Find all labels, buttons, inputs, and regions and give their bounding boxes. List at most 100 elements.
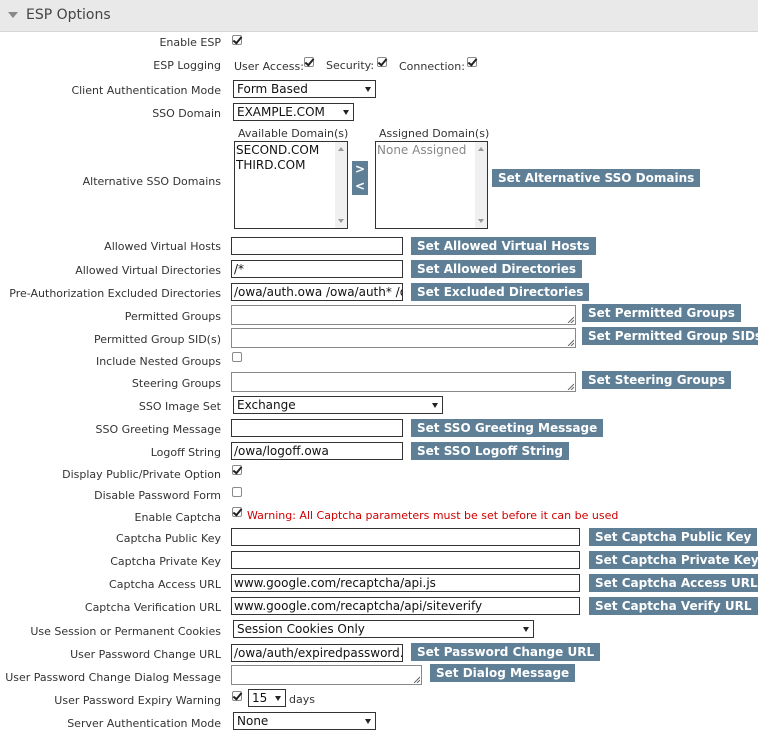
collapse-triangle-icon[interactable] xyxy=(8,12,18,18)
set-captcha-public-key-button[interactable]: Set Captcha Public Key xyxy=(589,528,758,546)
password-change-dialog-label: User Password Change Dialog Message xyxy=(5,671,221,684)
include-nested-groups-checkbox[interactable] xyxy=(232,352,242,362)
sso-image-set-select[interactable]: Exchange xyxy=(233,396,443,414)
sso-domain-select[interactable]: EXAMPLE.COM xyxy=(233,103,354,121)
include-nested-groups-label: Include Nested Groups xyxy=(95,355,221,368)
captcha-public-key-input[interactable] xyxy=(231,528,580,546)
allowed-virtual-dirs-label: Allowed Virtual Directories xyxy=(75,264,221,277)
list-scrollbar[interactable] xyxy=(335,142,347,228)
assigned-domains-list[interactable]: None Assigned xyxy=(375,141,488,229)
disable-password-form-checkbox[interactable] xyxy=(232,487,242,497)
set-allowed-virtual-hosts-button[interactable]: Set Allowed Virtual Hosts xyxy=(411,237,596,255)
set-excluded-directories-button[interactable]: Set Excluded Directories xyxy=(411,283,590,301)
server-auth-mode-select[interactable]: None xyxy=(233,712,376,730)
dropdown-arrow-icon xyxy=(365,87,371,92)
set-sso-greeting-button[interactable]: Set SSO Greeting Message xyxy=(411,419,604,437)
permitted-groups-textarea[interactable] xyxy=(231,305,576,325)
list-item[interactable]: THIRD.COM xyxy=(236,158,347,173)
resize-grip-icon[interactable] xyxy=(413,676,420,683)
scroll-down-icon[interactable] xyxy=(478,219,484,223)
set-captcha-private-key-button[interactable]: Set Captcha Private Key xyxy=(589,551,758,569)
assigned-domains-header: Assigned Domain(s) xyxy=(379,127,490,140)
password-change-dialog-textarea[interactable] xyxy=(231,665,422,685)
set-permitted-group-sids-button[interactable]: Set Permitted Group SIDs xyxy=(582,327,758,345)
enable-esp-checkbox[interactable] xyxy=(232,35,242,45)
password-expiry-warning-checkbox[interactable] xyxy=(232,691,242,701)
scroll-up-icon[interactable] xyxy=(478,147,484,151)
resize-grip-icon[interactable] xyxy=(567,383,574,390)
server-auth-mode-value: None xyxy=(237,714,269,728)
set-dialog-message-button[interactable]: Set Dialog Message xyxy=(430,664,576,682)
allowed-virtual-hosts-label: Allowed Virtual Hosts xyxy=(104,240,221,253)
captcha-access-url-label: Captcha Access URL xyxy=(109,578,221,591)
security-checkbox[interactable] xyxy=(377,57,387,67)
user-access-checkbox[interactable] xyxy=(304,57,314,67)
set-steering-groups-button[interactable]: Set Steering Groups xyxy=(582,371,731,389)
display-public-private-label: Display Public/Private Option xyxy=(62,468,221,481)
scroll-up-icon[interactable] xyxy=(338,147,344,151)
captcha-access-url-input[interactable]: www.google.com/recaptcha/api.js xyxy=(231,574,580,592)
captcha-warning: Warning: All Captcha parameters must be … xyxy=(247,509,619,522)
sso-image-set-label: SSO Image Set xyxy=(138,400,221,413)
section-header[interactable]: ESP Options xyxy=(0,0,758,32)
security-label: Security: xyxy=(326,59,375,72)
available-domains-header: Available Domain(s) xyxy=(238,127,349,140)
session-cookies-value: Session Cookies Only xyxy=(237,622,365,636)
captcha-public-key-label: Captcha Public Key xyxy=(116,532,221,545)
resize-grip-icon[interactable] xyxy=(567,339,574,346)
dropdown-arrow-icon xyxy=(275,696,281,701)
set-captcha-access-url-button[interactable]: Set Captcha Access URL xyxy=(589,574,758,592)
sso-image-set-value: Exchange xyxy=(237,398,296,412)
expiry-days-select[interactable]: 15 xyxy=(248,689,286,707)
set-allowed-directories-button[interactable]: Set Allowed Directories xyxy=(411,260,582,278)
display-public-private-checkbox[interactable] xyxy=(232,465,242,475)
available-domains-list[interactable]: SECOND.COM THIRD.COM xyxy=(234,141,348,229)
scroll-down-icon[interactable] xyxy=(338,219,344,223)
session-cookies-select[interactable]: Session Cookies Only xyxy=(233,620,534,638)
assigned-placeholder: None Assigned xyxy=(377,143,467,157)
move-right-button[interactable]: > xyxy=(352,161,368,178)
esp-logging-label: ESP Logging xyxy=(153,59,221,72)
connection-checkbox[interactable] xyxy=(467,57,477,67)
resize-grip-icon[interactable] xyxy=(567,316,574,323)
dropdown-arrow-icon xyxy=(343,110,349,115)
user-access-label: User Access: xyxy=(234,60,304,73)
dropdown-arrow-icon xyxy=(523,627,529,632)
dropdown-arrow-icon xyxy=(365,719,371,724)
steering-groups-label: Steering Groups xyxy=(131,377,221,390)
captcha-private-key-label: Captcha Private Key xyxy=(110,555,221,568)
list-scrollbar[interactable] xyxy=(475,142,487,228)
move-left-button[interactable]: < xyxy=(352,178,368,195)
client-auth-mode-label: Client Authentication Mode xyxy=(71,84,221,97)
preauth-excluded-dirs-input[interactable]: /owa/auth.owa /owa/auth* /o xyxy=(231,283,403,301)
password-change-url-input[interactable]: /owa/auth/expiredpassword.a xyxy=(231,644,403,662)
enable-captcha-checkbox[interactable] xyxy=(232,507,242,517)
steering-groups-textarea[interactable] xyxy=(231,372,576,392)
sso-greeting-input[interactable] xyxy=(231,419,403,437)
logoff-string-label: Logoff String xyxy=(150,446,221,459)
permitted-group-sids-label: Permitted Group SID(s) xyxy=(94,333,221,346)
days-label: days xyxy=(289,693,315,706)
set-permitted-groups-button[interactable]: Set Permitted Groups xyxy=(582,304,741,322)
captcha-verification-url-label: Captcha Verification URL xyxy=(84,601,221,614)
permitted-group-sids-textarea[interactable] xyxy=(231,328,576,348)
client-auth-mode-select[interactable]: Form Based xyxy=(233,80,376,98)
preauth-excluded-dirs-label: Pre-Authorization Excluded Directories xyxy=(9,287,221,300)
captcha-private-key-input[interactable] xyxy=(231,551,580,569)
sso-domain-value: EXAMPLE.COM xyxy=(237,105,325,119)
set-alt-sso-domains-button[interactable]: Set Alternative SSO Domains xyxy=(492,169,701,187)
sso-domain-label: SSO Domain xyxy=(152,107,221,120)
client-auth-mode-value: Form Based xyxy=(237,82,308,96)
captcha-verification-url-input[interactable]: www.google.com/recaptcha/api/siteverify xyxy=(231,597,580,615)
expiry-days-value: 15 xyxy=(252,691,268,705)
allowed-virtual-dirs-input[interactable]: /* xyxy=(231,260,403,278)
set-sso-logoff-button[interactable]: Set SSO Logoff String xyxy=(411,442,569,460)
list-item[interactable]: SECOND.COM xyxy=(236,143,347,158)
logoff-string-input[interactable]: /owa/logoff.owa xyxy=(231,442,403,460)
set-password-change-url-button[interactable]: Set Password Change URL xyxy=(411,643,601,661)
set-captcha-verify-url-button[interactable]: Set Captcha Verify URL xyxy=(589,597,758,615)
server-auth-mode-label: Server Authentication Mode xyxy=(67,717,221,730)
disable-password-form-label: Disable Password Form xyxy=(94,489,221,502)
allowed-virtual-hosts-input[interactable] xyxy=(231,237,403,255)
password-expiry-warning-label: User Password Expiry Warning xyxy=(54,694,221,707)
